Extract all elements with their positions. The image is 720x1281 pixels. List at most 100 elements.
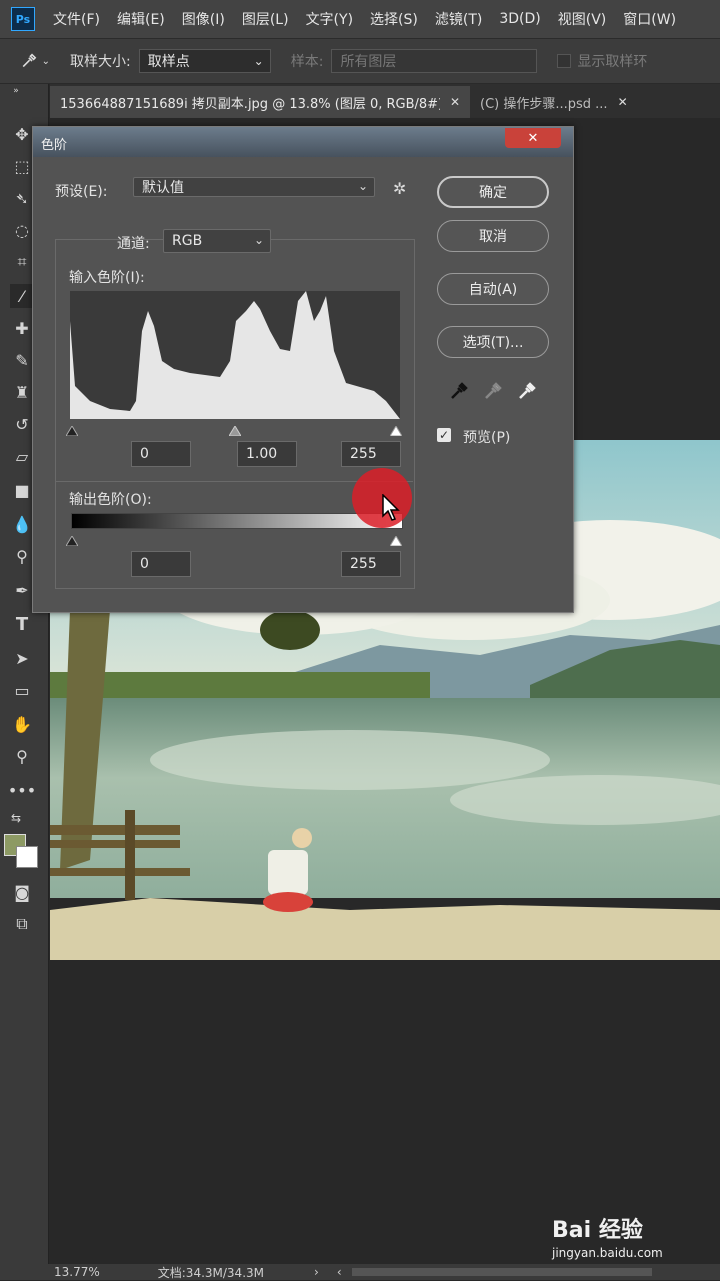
quick-mask-icon[interactable]: ◙ — [10, 880, 34, 904]
cancel-button[interactable]: 取消 — [437, 220, 549, 252]
marquee-tool-icon[interactable]: ⬚ — [10, 154, 34, 178]
watermark-url: jingyan.baidu.com — [552, 1246, 663, 1260]
pen-tool-icon[interactable]: ✒ — [10, 578, 34, 602]
tab-document-active[interactable]: 1536648871516​89i 拷贝副本.jpg @ 13.8% (图层 0… — [50, 86, 470, 118]
shape-tool-icon[interactable]: ▭ — [10, 678, 34, 702]
output-gradient-bar — [71, 513, 403, 529]
output-white-field[interactable]: 255 — [341, 551, 401, 577]
options-bar: ⌄ 取样大小: 取样点 ⌄ 样本: 所有图层 显示取样环 — [0, 39, 720, 84]
dialog-title: 色阶 — [41, 138, 68, 153]
chevron-down-icon: ⌄ — [253, 54, 264, 68]
preview-label: 预览(P) — [463, 430, 511, 446]
histogram-chart — [70, 291, 400, 419]
eyedropper-icon — [22, 53, 37, 68]
healing-tool-icon[interactable]: ✚ — [10, 316, 34, 340]
mouse-pointer-icon — [382, 494, 400, 521]
output-black-slider[interactable] — [65, 531, 79, 547]
sample-size-label: 取样大小: — [70, 54, 131, 70]
menu-edit[interactable]: 编辑(E) — [117, 9, 165, 29]
input-gamma-slider[interactable] — [228, 421, 242, 437]
horizontal-scrollbar[interactable] — [351, 1268, 652, 1276]
input-black-slider[interactable] — [65, 421, 79, 437]
menu-select[interactable]: 选择(S) — [370, 9, 418, 29]
chevron-down-icon: ⌄ — [41, 55, 50, 67]
gray-point-eyedropper-icon[interactable] — [483, 381, 503, 401]
preset-label: 预设(E): — [55, 184, 108, 200]
zoom-level[interactable]: 13.77% — [54, 1265, 100, 1279]
tool-preset-picker[interactable]: ⌄ — [20, 50, 50, 72]
menu-window[interactable]: 窗口(W) — [623, 9, 676, 29]
preset-select[interactable]: 默认值 ⌄ — [133, 177, 375, 197]
watermark-brand: Bai 经验 — [552, 1218, 643, 1243]
input-white-slider[interactable] — [389, 421, 403, 437]
levels-dialog: 色阶 ✕ 预设(E): 默认值 ⌄ ✲ 通道: RGB ⌄ 输入色阶(I): 0… — [32, 126, 574, 613]
brush-tool-icon[interactable]: ✎ — [10, 348, 34, 372]
blur-tool-icon[interactable]: 💧 — [10, 512, 34, 536]
input-levels-label: 输入色阶(I): — [69, 270, 145, 286]
hand-tool-icon[interactable]: ✋ — [10, 712, 34, 736]
background-color-swatch[interactable] — [16, 846, 38, 868]
close-tab-icon[interactable]: ✕ — [450, 95, 460, 109]
white-point-eyedropper-icon[interactable] — [517, 381, 537, 401]
channel-select[interactable]: RGB ⌄ — [163, 229, 271, 253]
move-tool-icon[interactable]: ✥ — [10, 122, 34, 146]
menu-view[interactable]: 视图(V) — [558, 9, 607, 29]
auto-button[interactable]: 自动(A) — [437, 273, 549, 305]
document-tabs: 1536648871516​89i 拷贝副本.jpg @ 13.8% (图层 0… — [50, 84, 720, 118]
history-brush-tool-icon[interactable]: ↺ — [10, 412, 34, 436]
sample-size-select[interactable]: 取样点 ⌄ — [138, 49, 271, 73]
output-white-slider[interactable] — [389, 531, 403, 547]
menu-file[interactable]: 文件(F) — [53, 9, 100, 29]
type-tool-icon[interactable]: T — [10, 612, 34, 636]
menu-layer[interactable]: 图层(L) — [242, 9, 289, 29]
menu-3d[interactable]: 3D(D) — [499, 11, 540, 27]
more-tools-icon[interactable]: ••• — [8, 778, 36, 802]
output-black-field[interactable]: 0 — [131, 551, 191, 577]
gear-icon[interactable]: ✲ — [393, 179, 406, 198]
checkmark-icon: ✓ — [438, 428, 450, 442]
close-tab-icon[interactable]: ✕ — [618, 95, 628, 109]
ok-button[interactable]: 确定 — [437, 176, 549, 208]
photoshop-logo: Ps — [11, 7, 35, 31]
sample-select[interactable]: 所有图层 — [331, 49, 538, 73]
input-white-field[interactable]: 255 — [341, 441, 401, 467]
close-icon: ✕ — [527, 130, 539, 146]
options-button[interactable]: 选项(T)... — [437, 326, 549, 358]
document-size: 文档:34.3M/34.3M — [157, 1265, 264, 1280]
gradient-tool-icon[interactable]: ■ — [10, 478, 34, 502]
show-ring-checkbox[interactable] — [557, 54, 572, 68]
menu-bar: Ps 文件(F) 编辑(E) 图像(I) 图层(L) 文字(Y) 选择(S) 滤… — [0, 0, 720, 39]
dialog-title-bar[interactable]: 色阶 ✕ — [33, 127, 573, 157]
path-select-tool-icon[interactable]: ➤ — [10, 646, 34, 670]
preview-checkbox[interactable]: ✓ — [437, 428, 451, 442]
chevron-down-icon: ⌄ — [357, 179, 368, 193]
black-point-eyedropper-icon[interactable] — [449, 381, 469, 401]
dialog-close-button[interactable]: ✕ — [505, 128, 561, 148]
swap-colors-icon[interactable]: ⇆ — [4, 806, 28, 830]
lasso-tool-icon[interactable]: ➴ — [10, 186, 34, 210]
chevron-down-icon: ⌄ — [253, 233, 264, 247]
menu-image[interactable]: 图像(I) — [182, 9, 225, 29]
eraser-tool-icon[interactable]: ▱ — [10, 444, 34, 468]
panel-collapse-icon[interactable]: » — [4, 84, 28, 98]
status-menu-arrow-icon[interactable]: › — [314, 1265, 319, 1279]
screen-mode-icon[interactable]: ⧉ — [10, 912, 34, 936]
channel-label: 通道: — [117, 236, 150, 252]
stamp-tool-icon[interactable]: ♜ — [10, 380, 34, 404]
input-black-field[interactable]: 0 — [131, 441, 191, 467]
show-ring-label: 显示取样环 — [577, 54, 648, 70]
crop-tool-icon[interactable]: ⌗ — [10, 250, 34, 274]
output-levels-label: 输出色阶(O): — [69, 492, 152, 508]
status-bar: 13.77% 文档:34.3M/34.3M › ‹ — [0, 1264, 720, 1280]
scroll-left-icon[interactable]: ‹ — [337, 1265, 342, 1279]
zoom-tool-icon[interactable]: ⚲ — [10, 744, 34, 768]
eyedropper-tool-icon[interactable]: ⁄ — [10, 284, 34, 308]
dodge-tool-icon[interactable]: ⚲ — [10, 544, 34, 568]
menu-type[interactable]: 文字(Y) — [306, 9, 353, 29]
sample-label: 样本: — [290, 54, 324, 70]
input-gamma-field[interactable]: 1.00 — [237, 441, 297, 467]
baidu-watermark: Bai 经验 jingyan.baidu.com — [552, 1212, 692, 1262]
menu-filter[interactable]: 滤镜(T) — [435, 9, 482, 29]
quick-select-tool-icon[interactable]: ◌ — [10, 218, 34, 242]
tab-document-2[interactable]: (C) 操作步骤...psd ... ✕ — [470, 86, 720, 118]
